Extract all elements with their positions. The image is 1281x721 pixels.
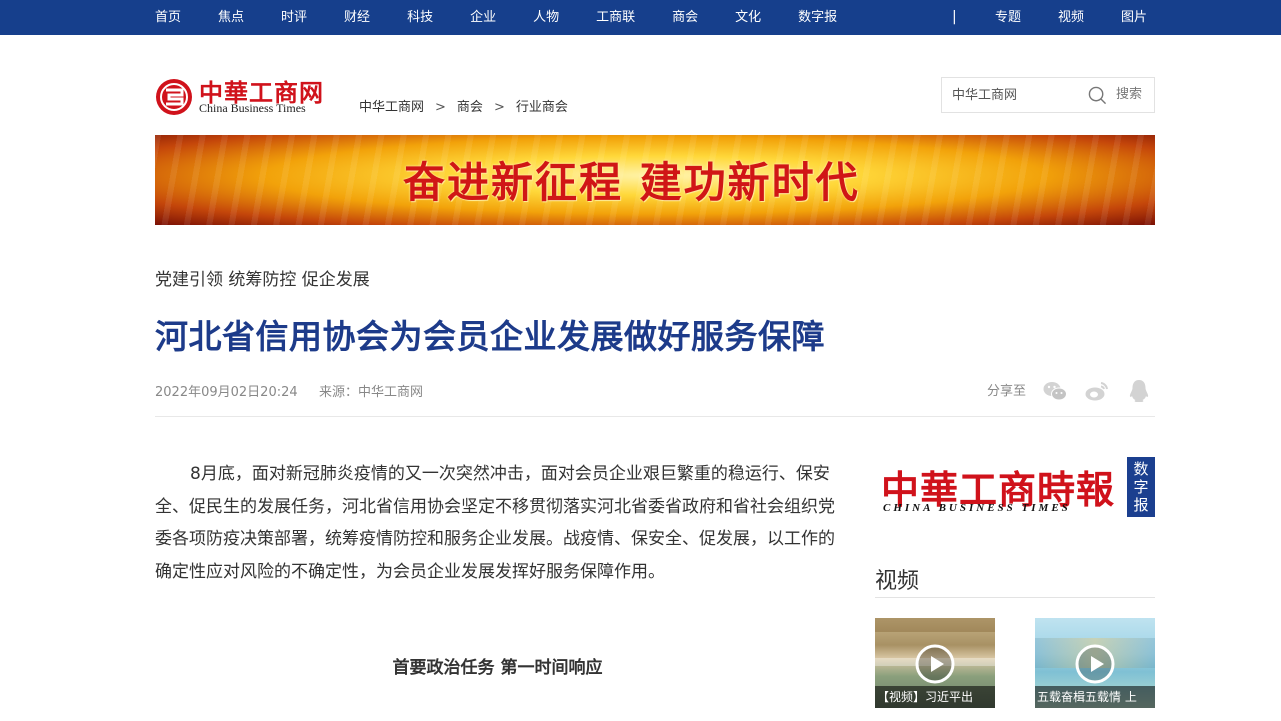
logo-english-name: China Business Times bbox=[199, 101, 306, 115]
breadcrumb-item-industry-chamber[interactable]: 行业商会 bbox=[516, 96, 568, 115]
primary-nav: 首页 焦点 时评 财经 科技 企业 人物 工商联 商会 文化 数字报 bbox=[155, 0, 874, 35]
article-divider bbox=[155, 416, 1155, 417]
breadcrumb-separator: > bbox=[435, 100, 446, 115]
top-nav-bar: 首页 焦点 时评 财经 科技 企业 人物 工商联 商会 文化 数字报 | 专题 … bbox=[0, 0, 1281, 35]
nav-item-chamber[interactable]: 商会 bbox=[672, 0, 698, 35]
wechat-icon[interactable] bbox=[1042, 378, 1068, 404]
epaper-tag: 数字报 bbox=[1127, 457, 1155, 517]
epaper-ad[interactable]: 中華工商時報 CHINA BUSINESS TIMES 数字报 bbox=[875, 457, 1155, 517]
nav-item-pictures[interactable]: 图片 bbox=[1121, 0, 1147, 35]
search-box: 搜索 bbox=[941, 77, 1155, 113]
nav-item-epaper[interactable]: 数字报 bbox=[798, 0, 837, 35]
nav-item-home[interactable]: 首页 bbox=[155, 0, 181, 35]
banner-slogan: 奋进新征程 建功新时代 bbox=[403, 158, 860, 207]
share-label: 分享至 bbox=[987, 384, 1027, 399]
video-thumbnail[interactable]: 五载奋楫五载情 上 bbox=[1035, 618, 1155, 708]
nav-item-federation[interactable]: 工商联 bbox=[596, 0, 635, 35]
article-date: 2022年09月02日20:24 bbox=[155, 385, 298, 400]
video-thumbnail[interactable]: 【视频】习近平出 bbox=[875, 618, 995, 708]
search-icon[interactable] bbox=[1088, 86, 1107, 105]
nav-item-video[interactable]: 视频 bbox=[1058, 0, 1084, 35]
nav-item-finance[interactable]: 财经 bbox=[344, 0, 370, 35]
nav-item-people[interactable]: 人物 bbox=[533, 0, 559, 35]
weibo-icon[interactable] bbox=[1084, 378, 1110, 404]
secondary-nav: 专题 视频 图片 bbox=[995, 0, 1184, 35]
article-title: 河北省信用协会为会员企业发展做好服务保障 bbox=[155, 317, 825, 356]
breadcrumb-item-site[interactable]: 中华工商网 bbox=[359, 96, 424, 115]
article-kicker: 党建引领 统筹防控 促企发展 bbox=[155, 270, 370, 290]
article-subheading: 首要政治任务 第一时间响应 bbox=[392, 658, 603, 678]
breadcrumb-separator: > bbox=[493, 100, 505, 115]
video-caption: 【视频】习近平出 bbox=[875, 686, 995, 708]
breadcrumb: 中华工商网 > 商会 > 行业商会 bbox=[359, 96, 568, 115]
promo-banner[interactable]: 奋进新征程 建功新时代 bbox=[155, 135, 1155, 225]
nav-separator: | bbox=[952, 9, 957, 25]
video-section-divider bbox=[875, 597, 1155, 598]
qq-icon[interactable] bbox=[1126, 378, 1152, 404]
nav-item-enterprise[interactable]: 企业 bbox=[470, 0, 496, 35]
thumbnail-decoration bbox=[875, 618, 995, 632]
article-source: 来源：中华工商网 bbox=[319, 385, 424, 400]
play-icon[interactable] bbox=[1075, 644, 1115, 684]
nav-item-culture[interactable]: 文化 bbox=[735, 0, 761, 35]
breadcrumb-item-chamber[interactable]: 商会 bbox=[457, 96, 483, 115]
site-logo[interactable]: 中華工商网 China Business Times bbox=[155, 75, 330, 117]
nav-item-topics[interactable]: 专题 bbox=[995, 0, 1021, 35]
article-paragraph: 8月底，面对新冠肺炎疫情的又一次突然冲击，面对会员企业艰巨繁重的稳运行、保安全、… bbox=[155, 464, 835, 582]
nav-item-commentary[interactable]: 时评 bbox=[281, 0, 307, 35]
video-section-title: 视频 bbox=[875, 569, 920, 594]
search-button[interactable]: 搜索 bbox=[1116, 78, 1142, 112]
nav-item-focus[interactable]: 焦点 bbox=[218, 0, 244, 35]
epaper-english-name: CHINA BUSINESS TIMES bbox=[883, 502, 1071, 514]
nav-item-tech[interactable]: 科技 bbox=[407, 0, 433, 35]
play-icon[interactable] bbox=[915, 644, 955, 684]
logo-emblem-icon bbox=[156, 79, 192, 115]
search-input[interactable] bbox=[952, 78, 1082, 112]
video-caption: 五载奋楫五载情 上 bbox=[1035, 686, 1155, 708]
